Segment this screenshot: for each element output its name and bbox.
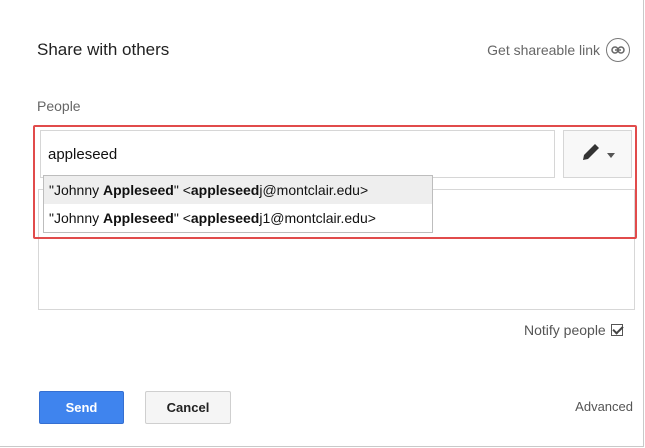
suggestion-middle: " < <box>173 182 191 198</box>
advanced-link[interactable]: Advanced <box>575 399 633 414</box>
suggestion-prefix: "Johnny <box>49 210 104 226</box>
suggestion-item[interactable]: "Johnny Appleseed" <appleseedj@montclair… <box>44 176 432 204</box>
people-label: People <box>37 98 81 114</box>
share-dialog: Share with others Get shareable link Peo… <box>0 0 644 447</box>
suggestion-name: Appleseed <box>103 182 174 198</box>
suggestion-middle: " < <box>173 210 191 226</box>
suggestion-name: Appleseed <box>103 210 174 226</box>
notify-people[interactable]: Notify people <box>524 322 623 338</box>
shareable-link-label[interactable]: Get shareable link <box>487 42 600 58</box>
suggestion-email-rest: j@montclair.edu> <box>259 182 369 198</box>
shareable-link[interactable]: Get shareable link <box>487 38 630 62</box>
link-icon[interactable] <box>606 38 630 62</box>
send-button[interactable]: Send <box>39 391 124 424</box>
suggestion-prefix: "Johnny <box>49 182 104 198</box>
suggestion-email-match: appleseed <box>190 210 260 226</box>
notify-checkbox[interactable] <box>610 324 623 336</box>
suggestion-item[interactable]: "Johnny Appleseed" <appleseedj1@montclai… <box>44 204 432 232</box>
cancel-button[interactable]: Cancel <box>145 391 231 424</box>
suggestion-email-match: appleseed <box>190 182 260 198</box>
autocomplete-list: "Johnny Appleseed" <appleseedj@montclair… <box>43 175 433 233</box>
dialog-title: Share with others <box>37 40 170 59</box>
notify-label[interactable]: Notify people <box>524 322 606 338</box>
suggestion-email-rest: j1@montclair.edu> <box>259 210 376 226</box>
